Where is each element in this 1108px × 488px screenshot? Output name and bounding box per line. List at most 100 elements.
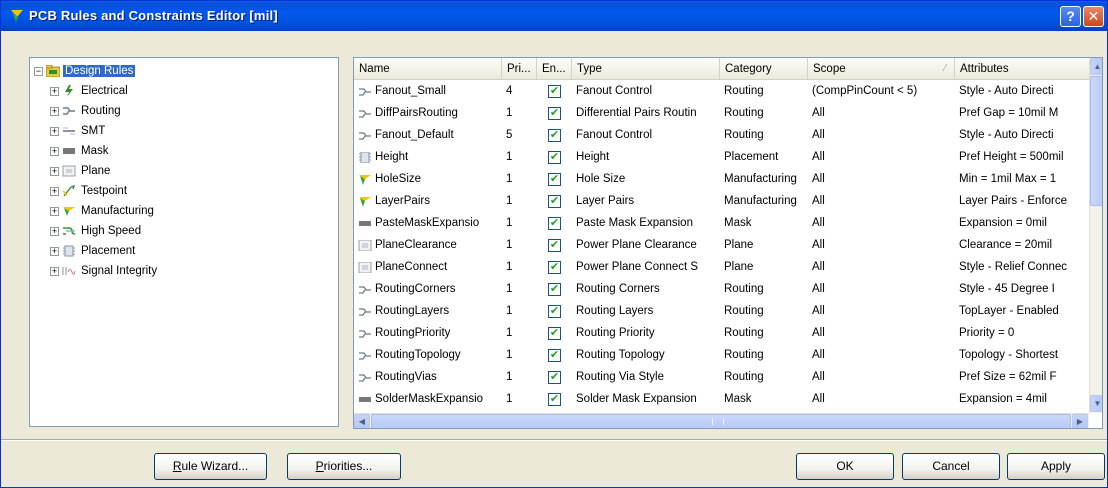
tree-item-mask[interactable]: + Mask [50, 142, 110, 160]
column-category[interactable]: Category [720, 58, 808, 80]
rule-enabled-checkbox[interactable]: ✔ [548, 327, 561, 340]
column-priority[interactable]: Pri... [502, 58, 537, 80]
collapse-icon[interactable]: − [34, 66, 43, 76]
rule-attributes: TopLayer - Enabled [959, 305, 1059, 317]
expand-icon[interactable]: + [50, 226, 59, 236]
expand-icon[interactable]: + [50, 246, 59, 256]
tree-item-testpoint[interactable]: + Testpoint [50, 182, 129, 200]
rule-name-cell: RoutingTopology [354, 345, 502, 366]
rule-enabled-checkbox[interactable]: ✔ [548, 195, 561, 208]
rule-name-cell: Fanout_Default [354, 125, 502, 146]
rules-tree: − Design Rules + Electrical + Routing + SMT + M… [29, 57, 339, 427]
table-row[interactable]: SolderMaskExpansio 1 ✔ Solder Mask Expansio… [354, 389, 1089, 410]
ok-button[interactable]: OK [796, 453, 894, 480]
rule-category: Placement [724, 151, 779, 163]
priorities-button[interactable]: Priorities... [287, 453, 401, 480]
rule-name: Fanout_Default [375, 129, 454, 141]
tree-item-label: Plane [81, 165, 111, 177]
table-row[interactable]: HoleSize 1 ✔ Hole Size Manufacturing All Min =… [354, 169, 1089, 190]
expand-icon[interactable]: + [50, 106, 59, 116]
rule-name: RoutingVias [375, 371, 437, 383]
rule-type: Routing Layers [576, 305, 654, 317]
table-row[interactable]: RoutingPriority 1 ✔ Routing Priority Routing… [354, 323, 1089, 344]
column-name[interactable]: Name [354, 58, 502, 80]
table-row[interactable]: RoutingVias 1 ✔ Routing Via Style Routing All… [354, 367, 1089, 388]
rule-enabled-checkbox[interactable]: ✔ [548, 283, 561, 296]
scroll-left-icon[interactable]: ◀ [354, 414, 370, 428]
tree-item-high-speed[interactable]: + High Speed [50, 222, 143, 240]
column-attributes[interactable]: Attributes [955, 58, 1089, 80]
table-row[interactable]: RoutingLayers 1 ✔ Routing Layers Routing All T… [354, 301, 1089, 322]
rule-enabled-checkbox[interactable]: ✔ [548, 217, 561, 230]
vertical-scroll-thumb[interactable] [1090, 76, 1102, 206]
table-row[interactable]: DiffPairsRouting 1 ✔ Differential Pairs Rou… [354, 103, 1089, 124]
tree-item-signal-integrity[interactable]: + Signal Integrity [50, 262, 159, 280]
horizontal-scrollbar[interactable]: ◀ ▶ [354, 413, 1089, 428]
expand-icon[interactable]: + [50, 146, 59, 156]
horizontal-scroll-thumb[interactable] [371, 414, 1071, 428]
rule-category: Routing [724, 85, 764, 97]
rule-wizard-button[interactable]: Rule Wizard... [154, 453, 267, 480]
tree-item-design-rules[interactable]: − Design Rules [34, 62, 136, 80]
expand-icon[interactable]: + [50, 126, 59, 136]
column-enabled[interactable]: En... [537, 58, 572, 80]
rule-attributes: Style - Relief Connec [959, 261, 1068, 273]
tree-item-electrical[interactable]: + Electrical [50, 82, 130, 100]
apply-button[interactable]: Apply [1007, 453, 1105, 480]
scroll-down-icon[interactable]: ▼ [1090, 395, 1102, 412]
help-button[interactable]: ? [1060, 6, 1081, 27]
column-type[interactable]: Type [572, 58, 720, 80]
rule-enabled-checkbox[interactable]: ✔ [548, 85, 561, 98]
rule-priority: 1 [506, 173, 513, 185]
rule-type: Routing Corners [576, 283, 660, 295]
rule-enabled-checkbox[interactable]: ✔ [548, 151, 561, 164]
tree-item-placement[interactable]: + Placement [50, 242, 137, 260]
tree-item-manufacturing[interactable]: + Manufacturing [50, 202, 156, 220]
rule-scope: All [812, 217, 825, 229]
table-row[interactable]: Fanout_Default 5 ✔ Fanout Control Routing All… [354, 125, 1089, 146]
table-row[interactable]: Height 1 ✔ Height Placement All Pref Height = … [354, 147, 1089, 168]
tree-item-routing[interactable]: + Routing [50, 102, 123, 120]
table-row[interactable]: Fanout_Small 4 ✔ Fanout Control Routing (Comp… [354, 81, 1089, 102]
close-button[interactable]: ✕ [1083, 6, 1104, 27]
table-row[interactable]: PlaneConnect 1 ✔ Power Plane Connect S Plane… [354, 257, 1089, 278]
rule-scope: All [812, 107, 825, 119]
rule-name: RoutingPriority [375, 327, 451, 339]
rule-enabled-checkbox[interactable]: ✔ [548, 349, 561, 362]
table-row[interactable]: PlaneClearance 1 ✔ Power Plane Clearance Pla… [354, 235, 1089, 256]
cancel-button[interactable]: Cancel [902, 453, 1000, 480]
scroll-right-icon[interactable]: ▶ [1072, 414, 1088, 428]
expand-icon[interactable]: + [50, 206, 59, 216]
rule-enabled-checkbox[interactable]: ✔ [548, 261, 561, 274]
rule-enabled-checkbox[interactable]: ✔ [548, 173, 561, 186]
rule-enabled-checkbox[interactable]: ✔ [548, 371, 561, 384]
tree-item-plane[interactable]: + Plane [50, 162, 112, 180]
rule-enabled-checkbox[interactable]: ✔ [548, 107, 561, 120]
expand-icon[interactable]: + [50, 186, 59, 196]
table-row[interactable]: LayerPairs 1 ✔ Layer Pairs Manufacturing All L… [354, 191, 1089, 212]
rule-enabled-checkbox[interactable]: ✔ [548, 239, 561, 252]
column-scope[interactable]: Scope ⁄ [808, 58, 955, 80]
tree-item-label: Signal Integrity [81, 265, 158, 277]
rule-enabled-checkbox[interactable]: ✔ [548, 129, 561, 142]
expand-icon[interactable]: + [50, 86, 59, 96]
title-bar[interactable]: PCB Rules and Constraints Editor [mil] ?… [1, 1, 1107, 31]
table-row[interactable]: PasteMaskExpansio 1 ✔ Paste Mask Expansion M… [354, 213, 1089, 234]
rule-name: HoleSize [375, 173, 422, 185]
tree-item-label: Testpoint [81, 185, 128, 197]
rule-category: Routing [724, 107, 764, 119]
expand-icon[interactable]: + [50, 266, 59, 276]
tree-item-smt[interactable]: + SMT [50, 122, 107, 140]
testpoint-icon [62, 185, 76, 197]
table-row[interactable]: RoutingCorners 1 ✔ Routing Corners Routing Al… [354, 279, 1089, 300]
rule-category: Routing [724, 349, 764, 361]
table-row[interactable]: RoutingTopology 1 ✔ Routing Topology Routing… [354, 345, 1089, 366]
grip-icon [712, 418, 724, 425]
rule-priority: 1 [506, 151, 513, 163]
rule-enabled-checkbox[interactable]: ✔ [548, 393, 561, 406]
scroll-up-icon[interactable]: ▲ [1090, 58, 1102, 75]
expand-icon[interactable]: + [50, 166, 59, 176]
vertical-scrollbar[interactable]: ▲ ▼ [1089, 58, 1102, 413]
rule-enabled-checkbox[interactable]: ✔ [548, 305, 561, 318]
plane-rule-icon [358, 262, 372, 273]
